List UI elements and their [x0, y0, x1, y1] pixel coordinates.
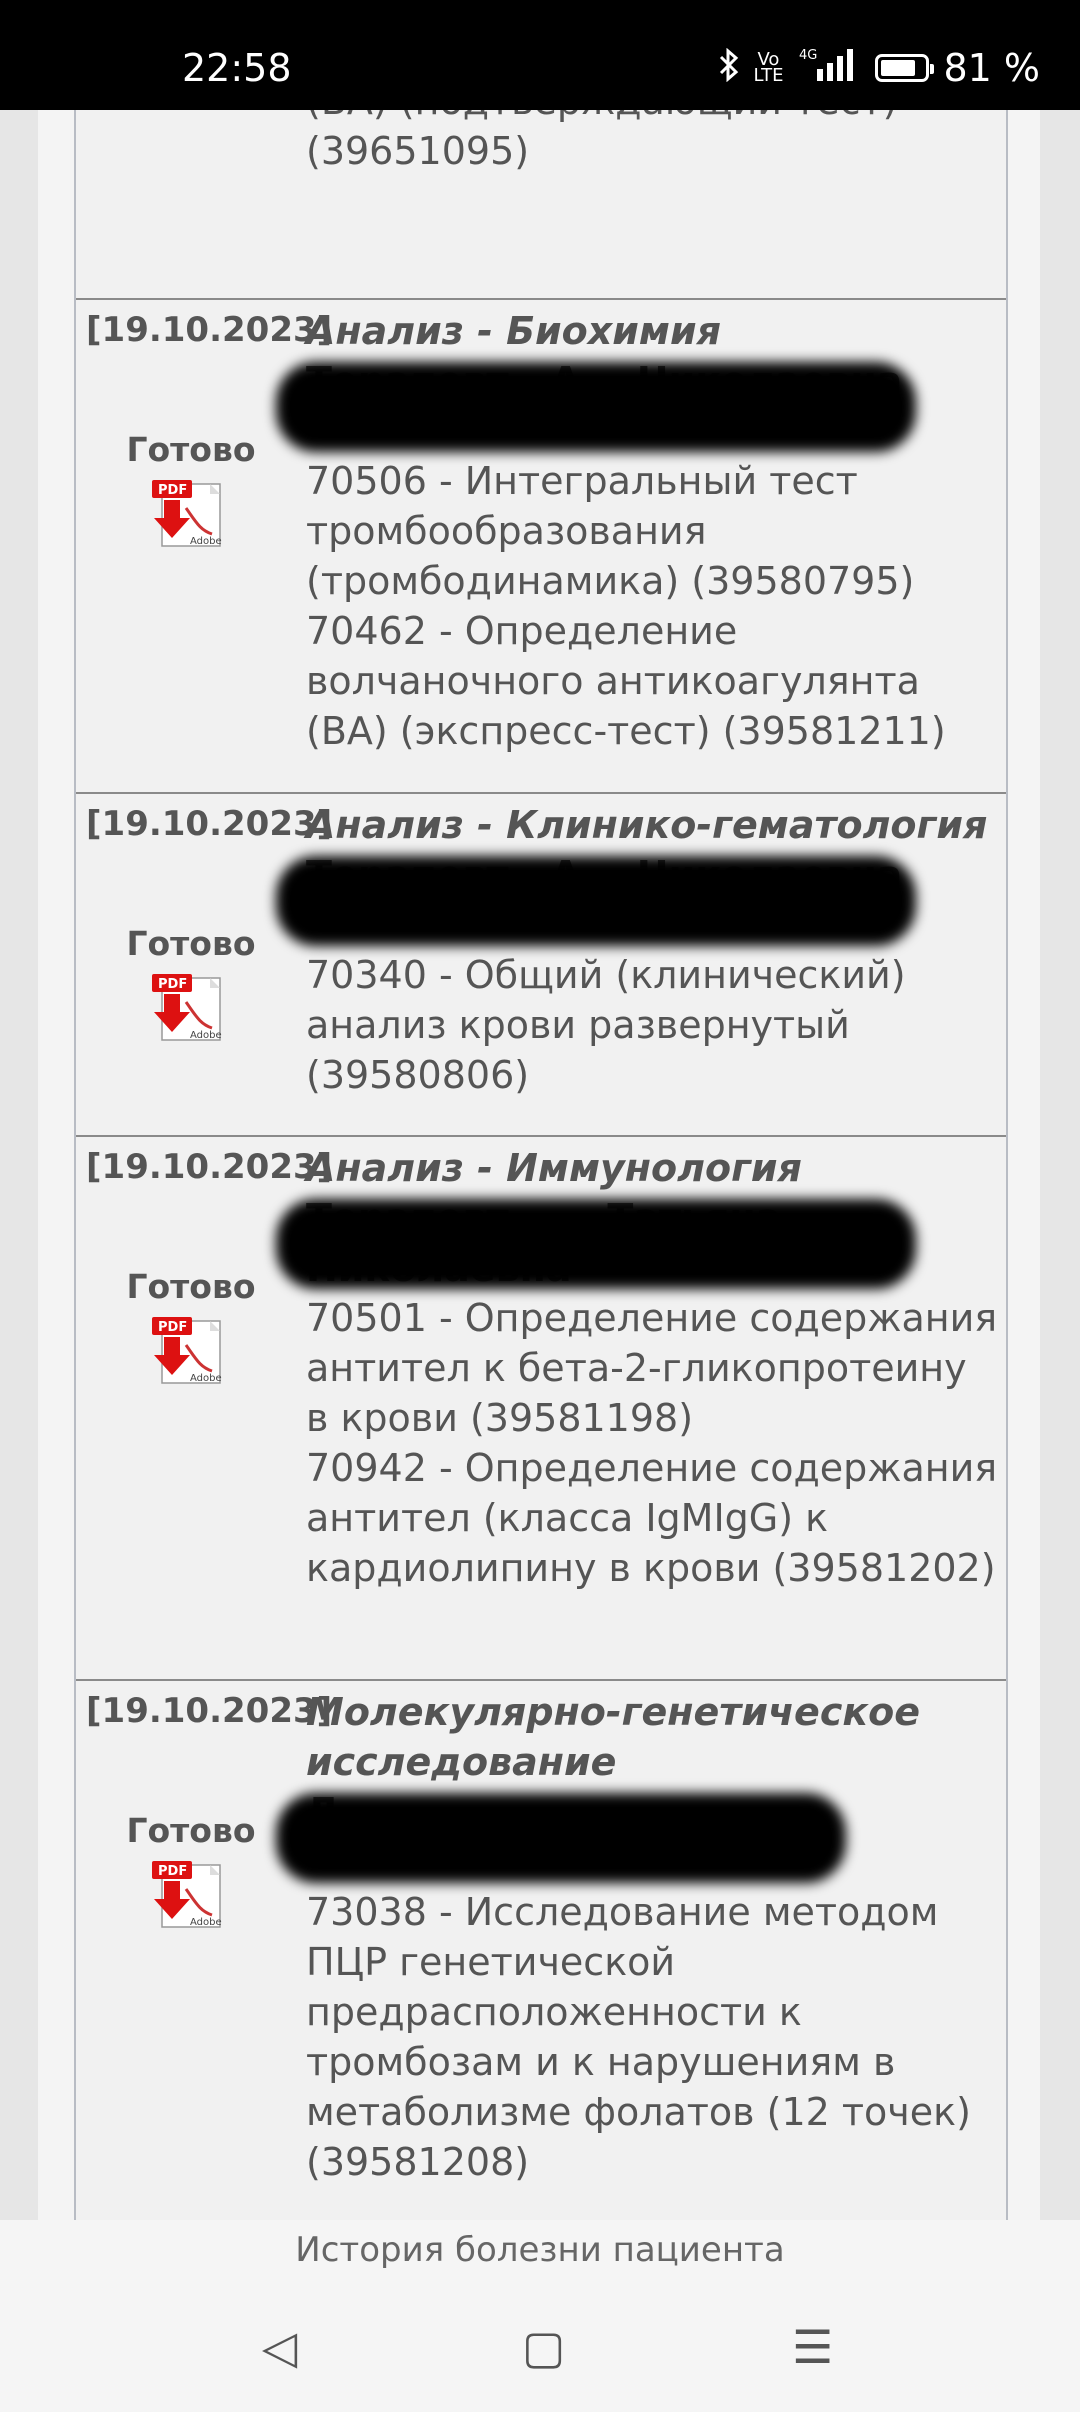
battery-fill — [881, 60, 916, 76]
record-meta: [19.10.2023] Готово PDF Adobe — [76, 1137, 332, 1679]
svg-text:PDF: PDF — [158, 1320, 187, 1335]
status-ready-label: Готово — [126, 924, 256, 963]
bottom-bar: История болезни пациента ◁ ▢ ☰ — [0, 2220, 1080, 2412]
doctor-name-redacted: Терапевт - А... Николаевна — [276, 356, 998, 456]
pdf-download-icon[interactable]: PDF Adobe — [150, 478, 224, 550]
svg-text:PDF: PDF — [158, 483, 187, 498]
record-details: (ВА) (подтверждающий тест)(39651095) — [306, 110, 1006, 298]
test-item[interactable]: (ВА) (подтверждающий тест) — [306, 110, 998, 126]
record-row: [19.10.2023] Готово PDF Adobe Анализ - Биохи… — [76, 300, 1006, 794]
doctor-name-redacted: Д... — [276, 1787, 998, 1887]
test-item[interactable]: (39651095) — [306, 126, 998, 176]
record-row: [19.10.2023] Готово PDF Adobe Анализ - Клини… — [76, 794, 1006, 1137]
svg-text:Adobe: Adobe — [190, 536, 222, 547]
medical-history-page[interactable]: (ВА) (подтверждающий тест)(39651095)[19.… — [38, 110, 1040, 2220]
status-ready-label: Готово — [126, 1811, 256, 1850]
network-type: 4G — [799, 48, 817, 63]
svg-text:Adobe: Adobe — [190, 1373, 222, 1384]
redaction-mark — [276, 1199, 916, 1289]
test-item[interactable]: 73038 - Исследование методом ПЦР генетич… — [306, 1887, 998, 2187]
record-details: Молекулярно-генетическое исследованиеД..… — [276, 1681, 1006, 2220]
redaction-mark — [276, 362, 916, 452]
pdf-download-icon[interactable]: PDF Adobe — [150, 1859, 224, 1931]
status-bar: 22:58 Vo LTE 4G 81 % — [0, 0, 1080, 110]
svg-text:Adobe: Adobe — [190, 1917, 222, 1928]
record-date: [19.10.2023] — [86, 1691, 333, 1731]
svg-text:PDF: PDF — [158, 977, 187, 992]
record-title: Молекулярно-генетическое исследование — [306, 1690, 921, 1784]
status-icons: Vo LTE 4G 81 % — [718, 46, 1040, 90]
record-row: [19.10.2023] Готово PDF Adobe Анализ - Иммун… — [76, 1137, 1006, 1681]
record-meta: [19.10.2023] Готово PDF Adobe — [76, 300, 332, 792]
record-meta: [19.10.2023] Готово PDF Adobe — [76, 1681, 332, 2220]
records-table: (ВА) (подтверждающий тест)(39651095)[19.… — [74, 110, 1008, 2220]
pdf-download-icon[interactable]: PDF Adobe — [150, 1315, 224, 1387]
doctor-name-redacted: Терапевт - А... Николаевна — [276, 850, 998, 950]
home-button[interactable]: ▢ — [522, 2320, 565, 2374]
svg-text:Adobe: Adobe — [190, 1030, 222, 1041]
record-row: (ВА) (подтверждающий тест)(39651095) — [76, 110, 1006, 300]
record-date: [19.10.2023] — [86, 1147, 333, 1187]
battery-percent: 81 % — [943, 46, 1040, 90]
redaction-mark — [276, 856, 916, 946]
test-item[interactable]: 70462 - Определение волчаночного антикоа… — [306, 606, 998, 756]
status-time: 22:58 — [182, 46, 292, 90]
record-details: Анализ - БиохимияТерапевт - А... Николае… — [276, 300, 1006, 792]
redaction-mark — [276, 1793, 846, 1883]
record-date: [19.10.2023] — [86, 804, 333, 844]
record-details: Анализ - Клинико-гематологияТерапевт - А… — [276, 794, 1006, 1135]
signal-icon: 4G — [797, 47, 857, 90]
menu-button[interactable]: ☰ — [792, 2320, 833, 2374]
bluetooth-icon — [718, 47, 740, 89]
record-meta: [19.10.2023] Готово PDF Adobe — [76, 794, 332, 1135]
test-item[interactable]: 70942 - Определение содержания антител (… — [306, 1443, 998, 1593]
svg-text:PDF: PDF — [158, 1864, 187, 1879]
page-caption: История болезни пациента — [295, 2230, 785, 2270]
record-title: Анализ - Биохимия — [306, 309, 721, 353]
record-title: Анализ - Клинико-гематология — [306, 803, 988, 847]
test-item[interactable]: 70506 - Интегральный тест тромбообразова… — [306, 456, 998, 606]
back-button[interactable]: ◁ — [262, 2320, 297, 2374]
doctor-name-redacted: Терапевт - ... Татьяна Николаевна — [276, 1193, 998, 1293]
record-details: Анализ - ИммунологияТерапевт - ... Татья… — [276, 1137, 1006, 1679]
status-ready-label: Готово — [126, 430, 256, 469]
pdf-download-icon[interactable]: PDF Adobe — [150, 972, 224, 1044]
status-ready-label: Готово — [126, 1267, 256, 1306]
record-date: [19.10.2023] — [86, 310, 333, 350]
test-item[interactable]: 70501 - Определение содержания антител к… — [306, 1293, 998, 1443]
record-title: Анализ - Иммунология — [306, 1146, 802, 1190]
test-item[interactable]: 70340 - Общий (клинический) анализ крови… — [306, 950, 998, 1100]
volte-icon: Vo LTE — [753, 49, 784, 86]
battery-icon — [875, 54, 935, 82]
record-meta — [76, 110, 306, 298]
record-row: [19.10.2023] Готово PDF Adobe Молекулярно-ге… — [76, 1681, 1006, 2220]
